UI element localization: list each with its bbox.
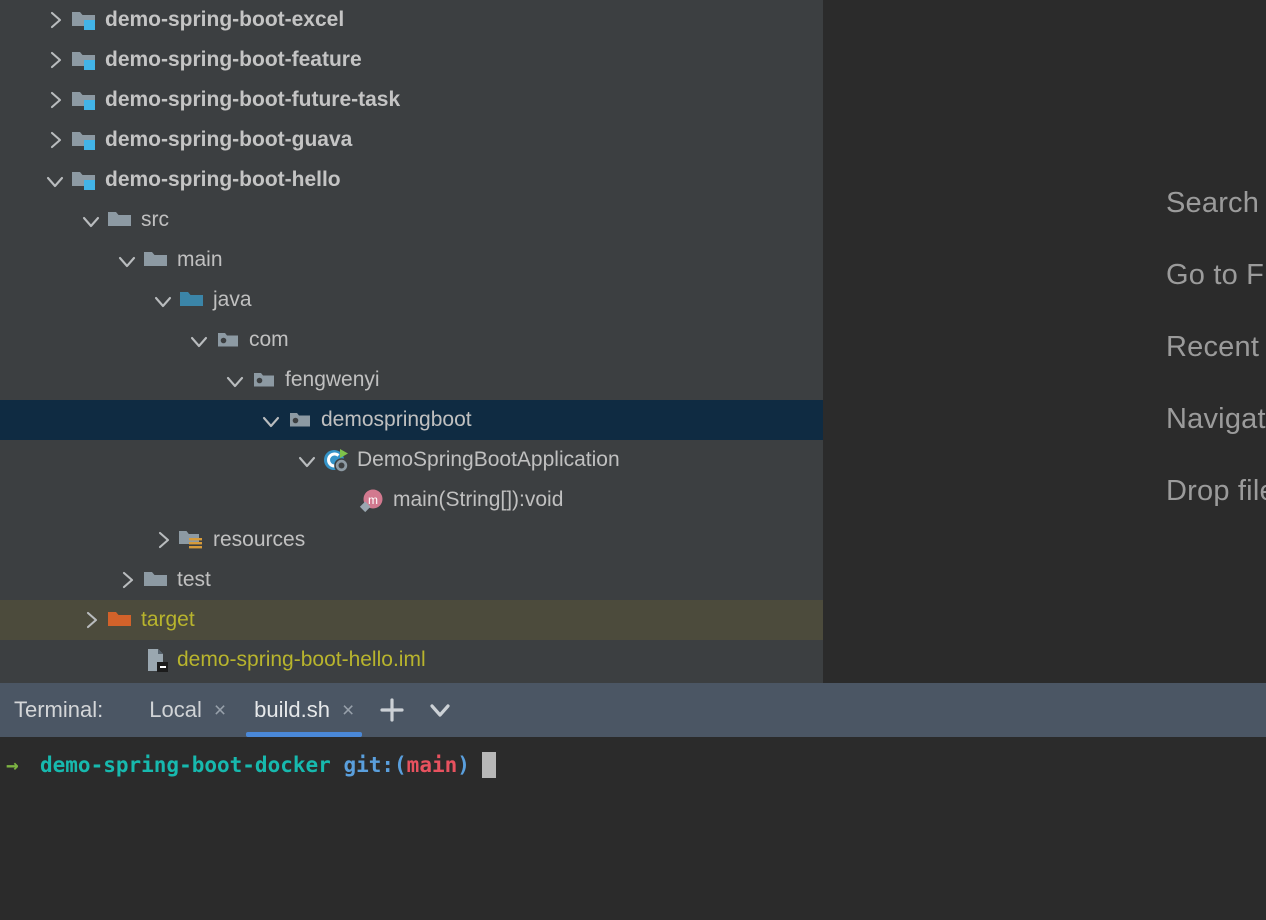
tree-row-main-method[interactable]: m main(String[]):void [0, 480, 823, 520]
chevron-right-icon[interactable] [78, 600, 104, 640]
tree-node-label: fengwenyi [285, 368, 380, 391]
close-icon[interactable]: × [214, 700, 226, 721]
prompt-arrow-icon: → [6, 753, 19, 777]
tree-row-test[interactable]: test [0, 560, 823, 600]
terminal-output[interactable]: → demo-spring-boot-docker git:( main ) [0, 737, 1266, 920]
editor-empty-state: Search Everywhere Go to File Recent Files N… [823, 0, 1266, 683]
chevron-down-icon[interactable] [150, 280, 176, 320]
close-icon[interactable]: × [342, 700, 354, 721]
tree-node-label: java [213, 288, 252, 311]
chevron-right-icon[interactable] [42, 0, 68, 40]
recent-files-hint: Recent Files [1166, 331, 1266, 363]
prompt-git-prefix: git:( [343, 753, 407, 777]
chevron-down-icon[interactable] [222, 360, 248, 400]
chevron-right-icon[interactable] [114, 560, 140, 600]
folder-icon [104, 200, 136, 240]
tree-node-label: demo-spring-boot-excel [105, 8, 345, 31]
tree-row-com[interactable]: com [0, 320, 823, 360]
spring-boot-class-icon [320, 440, 352, 480]
tree-node-label: demo-spring-boot-future-task [105, 88, 401, 111]
terminal-tab-label: Local [149, 697, 202, 722]
terminal-tab-build-sh[interactable]: build.sh × [240, 683, 368, 737]
terminal-title: Terminal: [14, 697, 104, 722]
package-icon [284, 400, 316, 440]
tree-row-demo-spring-boot-hello[interactable]: demo-spring-boot-hello [0, 160, 823, 200]
tree-row-DemoSpringBootApplication[interactable]: DemoSpringBootApplication [0, 440, 823, 480]
prompt-git-suffix: ) [457, 753, 470, 777]
tree-node-label: com [249, 328, 289, 351]
project-tool-window[interactable]: demo-spring-boot-excel demo-spring-boot-f… [0, 0, 823, 683]
tree-row-demo-spring-boot-hello.iml[interactable]: demo-spring-boot-hello.iml [0, 640, 823, 680]
tree-row-demo-spring-boot-feature[interactable]: demo-spring-boot-feature [0, 40, 823, 80]
tree-row-src[interactable]: src [0, 200, 823, 240]
tree-row-fengwenyi[interactable]: fengwenyi [0, 360, 823, 400]
tree-row-demo-spring-boot-excel[interactable]: demo-spring-boot-excel [0, 0, 823, 40]
prompt-git-branch: main [406, 753, 458, 777]
terminal-prompt-line: → demo-spring-boot-docker git:( main ) [0, 749, 1266, 781]
iml-file-icon [140, 640, 172, 680]
tree-row-java[interactable]: java [0, 280, 823, 320]
svg-text:m: m [368, 493, 378, 507]
source-folder-icon [176, 280, 208, 320]
folder-icon [140, 560, 172, 600]
terminal-tab-label: build.sh [254, 697, 330, 722]
module-folder-icon [68, 120, 100, 160]
chevron-down-icon[interactable] [42, 160, 68, 200]
chevron-down-icon[interactable] [416, 683, 464, 737]
ide-window: Search Everywhere Go to File Recent Files N… [0, 0, 1266, 920]
drop-files-hint: Drop files here to open them [1166, 475, 1266, 507]
method-icon: m [356, 480, 388, 520]
search-everywhere-hint: Search Everywhere [1166, 187, 1266, 219]
tree-node-label: DemoSpringBootApplication [357, 448, 620, 471]
tree-row-demo-spring-boot-future-task[interactable]: demo-spring-boot-future-task [0, 80, 823, 120]
folder-icon [140, 240, 172, 280]
module-folder-icon [68, 160, 100, 200]
chevron-right-icon[interactable] [42, 120, 68, 160]
tree-node-label: demo-spring-boot-hello [105, 168, 341, 191]
tree-node-label: resources [213, 528, 306, 551]
chevron-down-icon[interactable] [78, 200, 104, 240]
tree-node-label: demo-spring-boot-guava [105, 128, 353, 151]
resources-folder-icon [176, 520, 208, 560]
navigation-bar-hint: Navigation Bar [1166, 403, 1266, 435]
editor-hint-list: Search Everywhere Go to File Recent Files N… [1166, 181, 1266, 541]
package-icon [212, 320, 244, 360]
chevron-down-icon[interactable] [186, 320, 212, 360]
module-folder-icon [68, 80, 100, 120]
chevron-right-icon[interactable] [42, 40, 68, 80]
terminal-tab-local[interactable]: Local × [135, 683, 240, 737]
project-tree[interactable]: demo-spring-boot-excel demo-spring-boot-f… [0, 0, 823, 683]
tree-row-demo-spring-boot-guava[interactable]: demo-spring-boot-guava [0, 120, 823, 160]
terminal-tab-bar[interactable]: Terminal: Local × build.sh × [0, 683, 1266, 737]
tree-row-resources[interactable]: resources [0, 520, 823, 560]
chevron-down-icon[interactable] [294, 440, 320, 480]
tree-node-label: demo-spring-boot-hello.iml [177, 648, 426, 671]
terminal-tool-window[interactable]: Terminal: Local × build.sh × → demo-spri… [0, 683, 1266, 920]
tree-node-label: demo-spring-boot-feature [105, 48, 362, 71]
go-to-file-hint: Go to File [1166, 259, 1266, 291]
tree-node-label: demospringboot [321, 408, 472, 431]
tree-row-main[interactable]: main [0, 240, 823, 280]
module-folder-icon [68, 0, 100, 40]
package-icon [248, 360, 280, 400]
excluded-folder-icon [104, 600, 136, 640]
chevron-down-icon[interactable] [258, 400, 284, 440]
tree-node-label: test [177, 568, 211, 591]
chevron-down-icon[interactable] [114, 240, 140, 280]
tree-node-label: main(String[]):void [393, 488, 564, 511]
tree-node-label: target [141, 608, 195, 631]
module-folder-icon [68, 40, 100, 80]
chevron-right-icon[interactable] [42, 80, 68, 120]
tree-node-label: main [177, 248, 223, 271]
plus-icon[interactable] [368, 683, 416, 737]
chevron-right-icon[interactable] [150, 520, 176, 560]
tree-node-label: src [141, 208, 169, 231]
tree-row-target[interactable]: target [0, 600, 823, 640]
terminal-cursor [481, 752, 496, 778]
tree-row-demospringboot[interactable]: demospringboot [0, 400, 823, 440]
prompt-directory: demo-spring-boot-docker [40, 753, 331, 777]
